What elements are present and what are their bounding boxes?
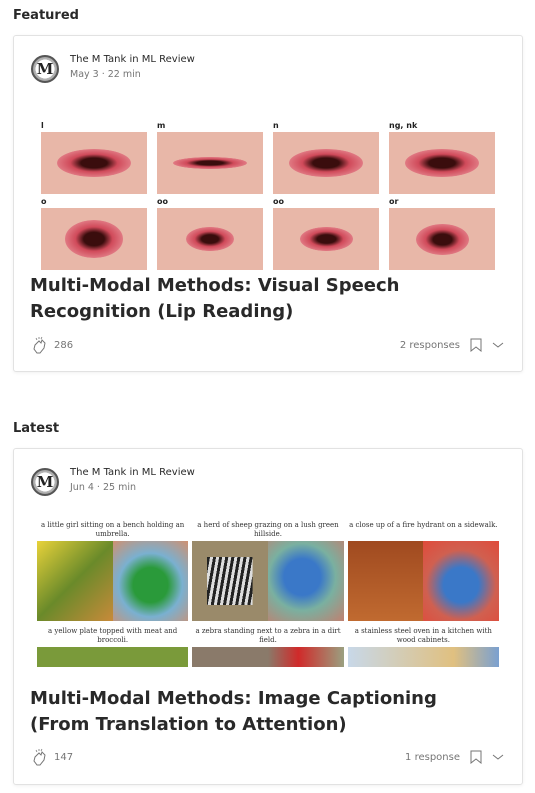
caption-photo [37,647,189,667]
image-caption: a yellow plate topped with meat and broc… [48,627,178,644]
image-caption: a stainless steel oven in a kitchen with… [354,627,492,644]
clap-icon[interactable] [30,336,50,356]
latest-post-card[interactable]: M The M Tank in ML Review Jun 4 · 25 min… [13,448,523,785]
post-meta: Jun 4 · 25 min [70,482,136,493]
section-label-featured: Featured [13,8,79,23]
image-caption: a little girl sitting on a bench holding… [41,521,185,538]
lip-image: m [157,121,263,194]
image-label: or [389,197,402,206]
image-label: o [41,197,50,206]
caption-photo [347,541,499,621]
image-label: l [41,121,47,130]
clap-icon[interactable] [30,748,50,768]
featured-post-card[interactable]: M The M Tank in ML Review May 3 · 22 min… [13,35,523,372]
lip-image: l [41,121,147,194]
bookmark-icon[interactable] [470,338,482,352]
caption-photo [37,541,189,621]
lip-image: or [389,197,495,270]
image-caption: a close up of a fire hydrant on a sidewa… [349,521,498,529]
image-caption: a zebra standing next to a zebra in a di… [195,627,341,644]
responses-link[interactable]: 1 response [405,752,460,763]
post-footer: 286 2 responses [30,336,504,356]
chevron-down-icon[interactable] [492,752,504,762]
publication-avatar[interactable]: M [31,55,59,83]
clap-count: 286 [54,340,74,351]
author-link[interactable]: The M Tank in ML Review [70,54,195,65]
image-label: ng, nk [389,121,421,130]
lip-image: o [41,197,147,270]
caption-photo [192,647,344,667]
post-footer: 147 1 response [30,748,504,768]
post-meta: May 3 · 22 min [70,69,141,80]
post-image[interactable]: l m n ng, nk o oo oo or [37,120,499,270]
caption-photo [347,647,499,667]
lip-image: oo [157,197,263,270]
publication-avatar[interactable]: M [31,468,59,496]
lip-image: ng, nk [389,121,495,194]
image-label: n [273,121,282,130]
bookmark-icon[interactable] [470,750,482,764]
image-caption: a herd of sheep grazing on a lush green … [197,521,339,538]
image-label: m [157,121,169,130]
lip-image: oo [273,197,379,270]
post-image[interactable]: a little girl sitting on a bench holding… [37,515,499,668]
lip-image: n [273,121,379,194]
caption-photo [192,541,344,621]
post-title[interactable]: Multi-Modal Methods: Visual Speech Recog… [30,273,502,325]
chevron-down-icon[interactable] [492,340,504,350]
image-label: oo [157,197,171,206]
clap-count: 147 [54,752,74,763]
post-title[interactable]: Multi-Modal Methods: Image Captioning (F… [30,686,502,738]
image-label: oo [273,197,287,206]
responses-link[interactable]: 2 responses [400,340,460,351]
author-link[interactable]: The M Tank in ML Review [70,467,195,478]
section-label-latest: Latest [13,421,60,436]
